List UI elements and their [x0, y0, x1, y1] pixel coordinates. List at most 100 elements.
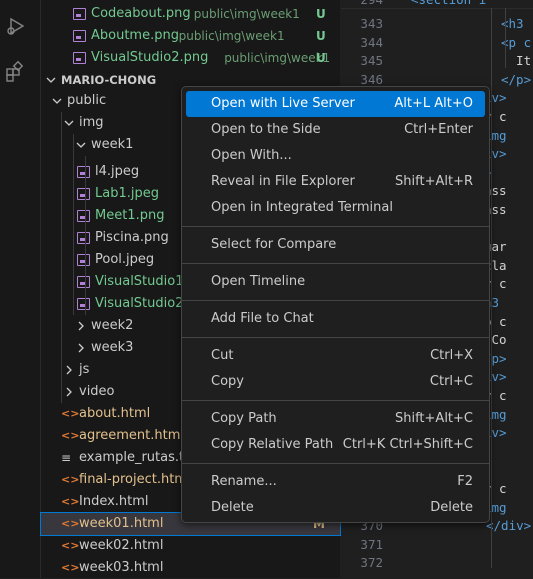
indent-guide	[505, 8, 506, 68]
html-file-icon: <>	[61, 495, 80, 508]
menu-item-shortcut: Shift+Alt+R	[395, 174, 473, 189]
folder-label: week3	[91, 340, 134, 355]
image-file-icon	[73, 8, 86, 20]
extensions-icon[interactable]	[4, 60, 28, 84]
menu-item-shortcut: Ctrl+Enter	[404, 122, 473, 137]
file-name: Piscina.png	[95, 230, 169, 245]
folder-label: img	[79, 115, 104, 130]
file-name: week01.html	[79, 516, 164, 531]
chevron-right-icon	[75, 337, 87, 359]
menu-item-shortcut: Alt+L Alt+O	[394, 96, 473, 111]
menu-item-shortcut: Shift+Alt+C	[394, 411, 473, 426]
file-row[interactable]: <> week02.html	[41, 535, 340, 557]
chevron-right-icon	[63, 359, 75, 381]
image-file-icon	[77, 276, 90, 288]
menu-separator	[182, 300, 489, 301]
line-number: 345	[360, 53, 383, 69]
file-name: agreement.html	[79, 428, 185, 443]
menu-item-label: Copy Relative Path	[211, 437, 334, 452]
chevron-down-icon	[45, 69, 57, 91]
code-line: </div>	[486, 518, 532, 534]
menu-item-label: Select for Compare	[211, 237, 337, 252]
folder-label: js	[79, 362, 90, 377]
menu-item-open-timeline[interactable]: Open Timeline	[186, 269, 485, 295]
image-file-icon	[77, 298, 90, 310]
line-number: 371	[360, 536, 383, 552]
file-path: public\img\week1	[224, 51, 331, 65]
line-number: 343	[360, 16, 383, 31]
section-title: MARIO-CHONG	[61, 73, 157, 87]
menu-separator	[182, 263, 489, 264]
file-name: Pool.jpeg	[95, 252, 155, 267]
menu-item-select-for-compare[interactable]: Select for Compare	[186, 232, 485, 258]
html-file-icon: <>	[61, 429, 80, 442]
menu-item-open-in-integrated-terminal[interactable]: Open in Integrated Terminal	[186, 195, 485, 221]
file-name: Codeabout.png	[91, 6, 191, 21]
menu-item-label: Rename...	[211, 474, 277, 489]
indent-guide	[491, 8, 492, 568]
changed-file-row[interactable]: VisualStudio2.png public\img\week1 U	[41, 47, 340, 69]
menu-item-reveal-in-file-explorer[interactable]: Reveal in File Explorer Shift+Alt+R	[186, 169, 485, 195]
menu-item-label: Open in Integrated Terminal	[211, 200, 393, 215]
line-number: 294	[341, 0, 383, 7]
menu-item-label: Cut	[211, 348, 234, 363]
menu-item-rename[interactable]: Rename... F2	[186, 469, 485, 495]
html-file-icon: <>	[61, 517, 80, 530]
menu-item-copy-path[interactable]: Copy Path Shift+Alt+C	[186, 406, 485, 432]
menu-item-label: Open Timeline	[211, 274, 306, 289]
menu-item-delete[interactable]: Delete Delete	[186, 495, 485, 521]
file-name: l4.jpeg	[95, 164, 140, 179]
file-name: week03.html	[79, 560, 164, 575]
menu-separator	[182, 226, 489, 227]
image-file-icon	[73, 30, 86, 42]
html-file-icon: <>	[61, 561, 80, 574]
file-path: public\img\week1	[193, 7, 300, 21]
chevron-right-icon	[63, 381, 75, 403]
git-status-badge: U	[316, 29, 326, 43]
menu-item-shortcut: Ctrl+C	[429, 374, 473, 389]
changed-file-row[interactable]: Codeabout.png public\img\week1 U	[41, 3, 340, 25]
text-file-icon: ≡	[61, 451, 72, 465]
run-debug-icon[interactable]	[4, 14, 28, 38]
file-name: final-project.html	[79, 472, 191, 487]
menu-separator	[182, 463, 489, 464]
folder-label: public	[67, 93, 107, 108]
code-line: </p>	[501, 71, 532, 87]
image-file-icon	[77, 166, 90, 178]
menu-item-cut[interactable]: Cut Ctrl+X	[186, 343, 485, 369]
chevron-right-icon	[75, 315, 87, 337]
html-file-icon: <>	[61, 473, 80, 486]
indent-guide	[73, 134, 74, 315]
line-number: 372	[360, 555, 383, 571]
changed-file-row[interactable]: Aboutme.png public\img\week1 U	[41, 25, 340, 47]
folder-label: video	[79, 384, 115, 399]
chevron-down-icon	[51, 90, 63, 112]
menu-item-add-file-to-chat[interactable]: Add File to Chat	[186, 306, 485, 332]
menu-item-open-with[interactable]: Open With...	[186, 143, 485, 169]
file-row[interactable]: <> week03.html	[41, 557, 340, 579]
image-file-icon	[73, 52, 86, 64]
menu-item-label: Open With...	[211, 148, 292, 163]
html-file-icon: <>	[61, 407, 80, 420]
menu-item-copy-relative-path[interactable]: Copy Relative Path Ctrl+K Ctrl+Shift+C	[186, 432, 485, 458]
indent-guide	[85, 156, 86, 315]
menu-item-label: Delete	[211, 500, 254, 515]
file-name: Index.html	[79, 494, 149, 509]
git-status-badge: U	[316, 7, 326, 21]
menu-item-open-to-the-side[interactable]: Open to the Side Ctrl+Enter	[186, 117, 485, 143]
menu-item-shortcut: Ctrl+X	[430, 348, 473, 363]
image-file-icon	[77, 188, 90, 200]
file-name: about.html	[79, 406, 151, 421]
menu-item-open-with-live-server[interactable]: Open with Live Server Alt+L Alt+O	[186, 91, 485, 117]
html-file-icon: <>	[61, 539, 80, 552]
menu-item-copy[interactable]: Copy Ctrl+C	[186, 369, 485, 395]
indent-guide	[61, 112, 62, 403]
menu-item-shortcut: Ctrl+K Ctrl+Shift+C	[342, 437, 473, 452]
menu-item-label: Open with Live Server	[211, 96, 355, 111]
line-number: 344	[360, 34, 383, 50]
menu-separator	[182, 337, 489, 338]
git-status-badge: U	[316, 51, 326, 65]
file-name: week02.html	[79, 538, 164, 553]
menu-item-shortcut: Delete	[430, 500, 473, 515]
folder-label: week2	[91, 318, 134, 333]
